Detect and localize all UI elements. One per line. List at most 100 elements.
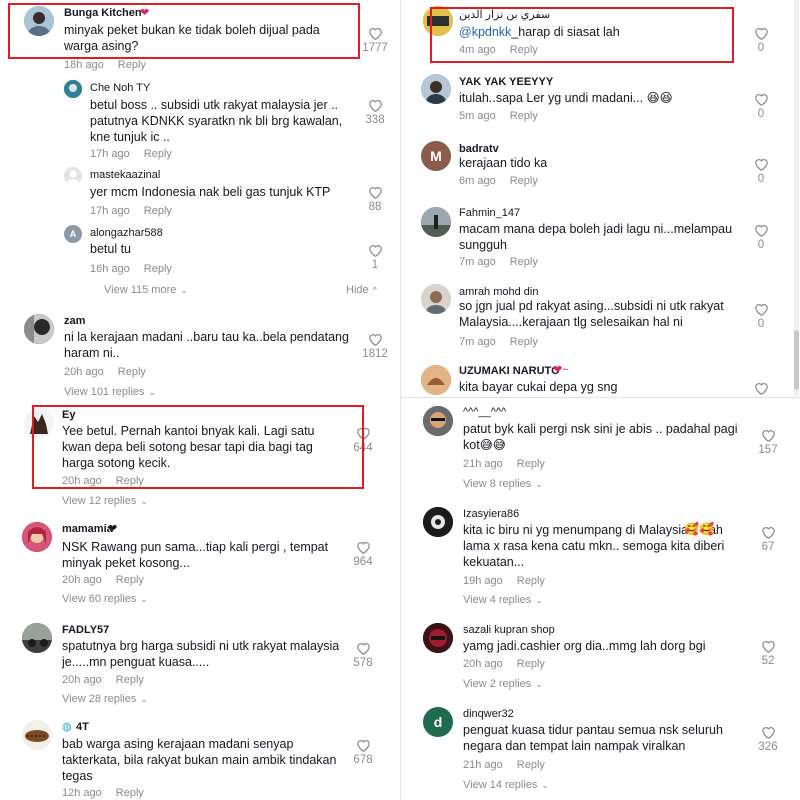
reply-button[interactable]: Reply [510,110,538,122]
view-replies-button[interactable]: View 60 replies ⌄ [62,593,148,605]
like-count: 0 [757,42,765,54]
comment-username[interactable]: Ey [62,409,75,421]
like-button[interactable]: 0 [746,157,776,185]
comment-username[interactable]: Bunga Kitchen [64,7,142,19]
reply-username[interactable]: alongazhar588 [90,227,163,239]
reply-username[interactable]: Che Noh TY [90,82,150,94]
reply-button[interactable]: Reply [517,575,545,587]
view-replies-button[interactable]: View 2 replies ⌄ [463,678,543,690]
avatar[interactable]: A [64,225,82,243]
heart-icon [754,304,768,316]
reply-username[interactable]: Fahmin_147 [459,207,520,219]
avatar[interactable] [423,406,453,436]
reply-time: 17h ago [90,148,130,160]
reply-button[interactable]: Reply [116,475,144,487]
avatar[interactable] [421,207,451,237]
view-replies-button[interactable]: View 12 replies ⌄ [62,495,148,507]
view-replies-button[interactable]: View 4 replies ⌄ [463,594,543,606]
avatar[interactable] [421,74,451,104]
avatar[interactable] [24,314,54,344]
comment-meta: 20h ago Reply [463,658,545,670]
chevron-down-icon: ⌄ [140,694,148,704]
comment-username[interactable]: ^^^__^^^ [463,406,506,418]
like-button[interactable]: 338 [360,98,390,126]
reply-button[interactable]: Reply [118,366,146,378]
avatar[interactable] [22,720,52,750]
comment-username[interactable]: mamamia [62,523,113,535]
reply-username[interactable]: mastekaazinal [90,169,160,181]
avatar[interactable] [421,365,451,395]
reply-username[interactable]: badratv [459,143,499,155]
reply-button[interactable]: Reply [116,674,144,686]
like-button[interactable]: 0 [746,26,776,54]
avatar[interactable]: d [423,707,453,737]
comment-time: 20h ago [62,475,102,487]
avatar[interactable] [24,6,54,36]
avatar[interactable] [22,522,52,552]
chevron-down-icon: ⌄ [535,595,543,605]
reply-username[interactable]: YAK YAK YEEYYY [459,76,553,88]
avatar[interactable] [64,80,82,98]
comment-username[interactable]: Izasyiera86 [463,508,519,520]
reply-button[interactable]: Reply [517,458,545,470]
comment-username[interactable]: zam [64,315,85,327]
like-button[interactable] [746,381,776,395]
avatar[interactable]: M [421,141,451,171]
avatar[interactable] [423,507,453,537]
avatar[interactable] [22,623,52,653]
like-button[interactable]: 88 [360,185,390,213]
avatar[interactable] [423,623,453,653]
reply-button[interactable]: Reply [517,658,545,670]
like-button[interactable]: 1777 [360,26,390,54]
reply-button[interactable]: Reply [116,574,144,586]
comment-meta: 20h ago Reply [62,574,144,586]
like-button[interactable]: 1812 [360,332,390,360]
like-button[interactable]: 644 [348,426,378,454]
like-button[interactable]: 157 [753,428,783,456]
view-more-replies-button[interactable]: View 115 more ⌄ [104,284,188,296]
view-replies-button[interactable]: View 101 replies ⌄ [64,386,156,398]
comment-username[interactable]: dinqwer32 [463,708,514,720]
comment-username[interactable]: FADLY57 [62,624,109,636]
like-button[interactable]: 578 [348,641,378,669]
reply-username[interactable]: سفري بن نزار الدين [459,8,550,21]
scrollbar[interactable] [794,0,799,396]
comment-username[interactable]: 4T [76,721,89,733]
like-button[interactable]: 52 [753,639,783,667]
reply-button[interactable]: Reply [118,59,146,71]
comment-text: minyak peket bukan ke tidak boleh dijual… [64,23,320,53]
reply-time: 4m ago [459,44,496,56]
reply-username[interactable]: UZUMAKI NARUTO [459,365,560,377]
reply-username[interactable]: amrah mohd din [459,286,539,298]
reply-button[interactable]: Reply [510,44,538,56]
hide-replies-button[interactable]: Hide ^ [346,284,377,296]
like-button[interactable]: 67 [753,525,783,553]
reply-button[interactable]: Reply [510,175,538,187]
view-replies-button[interactable]: View 14 replies ⌄ [463,779,549,791]
view-replies-button[interactable]: View 28 replies ⌄ [62,693,148,705]
like-button[interactable]: 678 [348,738,378,766]
view-replies-button[interactable]: View 8 replies ⌄ [463,478,543,490]
like-button[interactable]: 0 [746,223,776,251]
reply-button[interactable]: Reply [144,148,172,160]
avatar[interactable] [24,408,54,438]
chevron-down-icon: ⌄ [541,780,549,790]
reply-button[interactable]: Reply [510,256,538,268]
comment-meta: 18h ago Reply [64,59,146,71]
like-button[interactable]: 1 [360,243,390,271]
avatar[interactable] [64,167,82,185]
avatar[interactable] [423,6,453,36]
reply-button[interactable]: Reply [144,205,172,217]
like-button[interactable]: 326 [753,725,783,753]
like-button[interactable]: 0 [746,302,776,330]
reply-button[interactable]: Reply [144,263,172,275]
reply-button[interactable]: Reply [517,759,545,771]
comment-username[interactable]: sazali kupran shop [463,624,555,636]
like-button[interactable]: 0 [746,92,776,120]
mention-link[interactable]: @kpdnkk [459,25,511,39]
scrollbar-thumb[interactable] [794,330,799,390]
reply-button[interactable]: Reply [116,787,144,799]
reply-button[interactable]: Reply [510,336,538,348]
like-button[interactable]: 964 [348,540,378,568]
avatar[interactable] [421,284,451,314]
